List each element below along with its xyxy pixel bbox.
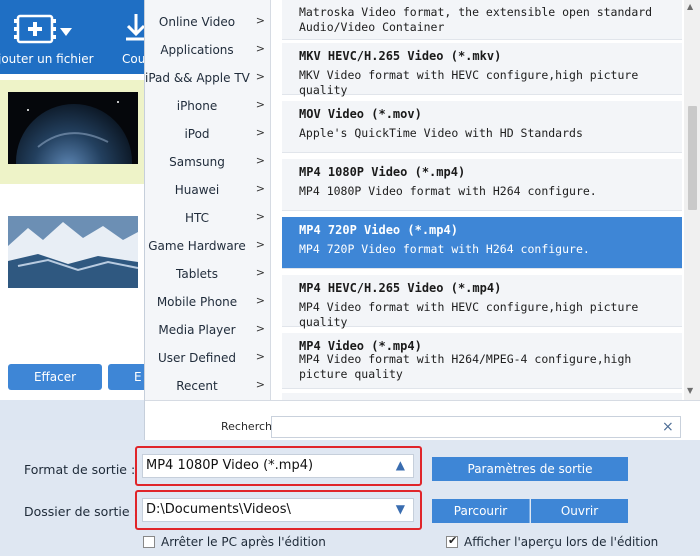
category-item-iphone[interactable]: iPhone > — [145, 92, 271, 120]
edit-button[interactable]: E — [108, 364, 148, 390]
output-settings-button[interactable]: Paramètres de sortie — [432, 457, 628, 481]
chevron-right-icon: > — [255, 210, 265, 223]
format-item[interactable]: Matroska Video format, the extensible op… — [282, 0, 682, 40]
chevron-right-icon: > — [255, 182, 265, 195]
shutdown-option[interactable]: Arrêter le PC après l'édition — [143, 534, 343, 552]
chevron-right-icon: > — [255, 294, 265, 307]
scrollbar-thumb[interactable] — [688, 106, 697, 210]
shutdown-label: Arrêter le PC après l'édition — [161, 535, 326, 549]
chevron-right-icon: > — [255, 98, 265, 111]
open-folder-button[interactable]: Ouvrir — [531, 499, 628, 523]
chevron-right-icon: > — [255, 70, 265, 83]
format-description: MP4 1080P Video format with H264 configu… — [299, 184, 597, 198]
format-title: MP4 Video (*.mp4) — [299, 339, 422, 353]
main-toolbar: jouter un fichier Cou — [0, 0, 146, 74]
video-thumbnail — [8, 92, 138, 164]
browse-button[interactable]: Parcourir — [432, 499, 530, 523]
format-item[interactable]: MP4 Video (*.mp4) MP4 Video format with … — [282, 333, 682, 389]
output-format-select[interactable]: MP4 1080P Video (*.mp4) ▲ — [142, 454, 414, 478]
triangle-down-icon: ▼ — [395, 502, 405, 516]
search-input[interactable] — [271, 416, 681, 438]
clear-button[interactable]: Effacer — [8, 364, 102, 390]
category-list: Online Video > Applications > iPad && Appl… — [145, 0, 271, 400]
format-title: MP4 HEVC/H.265 Video (*.mp4) — [299, 281, 502, 295]
add-file-button[interactable]: jouter un fichier — [0, 8, 110, 70]
format-title: MOV Video (*.mov) — [299, 107, 422, 121]
format-item[interactable]: MP4 HEVC/H.265 Video (*.mp4) MP4 Video f… — [282, 275, 682, 329]
search-row: Recherche × — [145, 400, 700, 440]
video-thumbnail — [8, 216, 138, 288]
left-panel: jouter un fichier Cou Effacer E — [0, 0, 148, 400]
chevron-right-icon: > — [255, 378, 265, 391]
format-description: MP4 Video format with HEVC configure,hig… — [299, 300, 639, 329]
chevron-down-icon[interactable] — [60, 28, 72, 36]
format-title: MP4 720P Video (*.mp4) — [299, 223, 458, 237]
preview-label: Afficher l'aperçu lors de l'édition — [464, 535, 659, 549]
left-action-buttons: Effacer E — [0, 362, 148, 392]
output-folder-value: D:\Documents\Videos\ — [146, 502, 291, 517]
format-description: MP4 720P Video format with H264 configur… — [299, 242, 590, 256]
scroll-up-icon[interactable]: ▲ — [687, 2, 693, 11]
video-item[interactable] — [0, 200, 146, 304]
output-settings: Format de sortie : MP4 1080P Video (*.mp… — [0, 440, 700, 556]
output-folder-select[interactable]: D:\Documents\Videos\ ▼ — [142, 498, 414, 522]
app-window: jouter un fichier Cou Effacer E Online V… — [0, 0, 700, 556]
category-item-mobile-phone[interactable]: Mobile Phone > — [145, 288, 271, 316]
format-description: Apple's QuickTime Video with HD Standard… — [299, 126, 583, 140]
format-description: MP4 Video format with H264/MPEG-4 config… — [299, 352, 632, 381]
chevron-right-icon: > — [255, 14, 265, 27]
chevron-right-icon: > — [255, 238, 265, 251]
close-icon[interactable]: × — [662, 419, 674, 435]
category-item-htc[interactable]: HTC > — [145, 204, 271, 232]
shutdown-checkbox[interactable] — [143, 536, 155, 548]
format-item[interactable] — [282, 393, 682, 400]
chevron-right-icon: > — [255, 126, 265, 139]
output-format-label: Format de sortie : — [24, 462, 136, 477]
format-item[interactable]: MP4 1080P Video (*.mp4) MP4 1080P Video … — [282, 159, 682, 211]
format-list: Matroska Video format, the extensible op… — [282, 0, 686, 400]
category-item-game-hardware[interactable]: Game Hardware > — [145, 232, 271, 260]
convert-label: Cou — [122, 52, 146, 66]
format-title: MKV HEVC/H.265 Video (*.mkv) — [299, 49, 502, 63]
category-item-ipod[interactable]: iPod > — [145, 120, 271, 148]
format-item[interactable]: MKV HEVC/H.265 Video (*.mkv) MKV Video f… — [282, 43, 682, 97]
preview-checkbox[interactable] — [446, 534, 458, 548]
chevron-right-icon: > — [255, 154, 265, 167]
scroll-down-icon[interactable]: ▼ — [687, 386, 693, 395]
format-description: Matroska Video format, the extensible op… — [299, 5, 653, 34]
category-item-media-player[interactable]: Media Player > — [145, 316, 271, 344]
format-description: MKV Video format with HEVC configure,hig… — [299, 68, 639, 97]
category-item-user-defined[interactable]: User Defined > — [145, 344, 271, 372]
chevron-right-icon: > — [255, 266, 265, 279]
video-item[interactable] — [0, 80, 146, 184]
format-item[interactable]: MOV Video (*.mov) Apple's QuickTime Vide… — [282, 101, 682, 153]
category-item-ipad-apple-tv[interactable]: iPad && Apple TV > — [145, 64, 271, 92]
format-list-scrollbar[interactable]: ▲ ▼ — [684, 0, 700, 400]
category-item-tablets[interactable]: Tablets > — [145, 260, 271, 288]
triangle-up-icon: ▲ — [395, 458, 405, 472]
category-item-huawei[interactable]: Huawei > — [145, 176, 271, 204]
output-folder-label: Dossier de sortie : — [24, 504, 138, 519]
preview-option[interactable]: Afficher l'aperçu lors de l'édition — [446, 534, 676, 552]
category-item-recent[interactable]: Recent > — [145, 372, 271, 400]
category-item-applications[interactable]: Applications > — [145, 36, 271, 64]
chevron-right-icon: > — [255, 322, 265, 335]
category-item-online-video[interactable]: Online Video > — [145, 8, 271, 36]
format-item-selected[interactable]: MP4 720P Video (*.mp4) MP4 720P Video fo… — [282, 217, 682, 269]
format-popup: Online Video > Applications > iPad && Appl… — [144, 0, 700, 440]
output-format-value: MP4 1080P Video (*.mp4) — [146, 458, 314, 473]
film-add-icon — [14, 14, 56, 44]
format-title: MP4 1080P Video (*.mp4) — [299, 165, 466, 179]
category-item-samsung[interactable]: Samsung > — [145, 148, 271, 176]
chevron-right-icon: > — [255, 42, 265, 55]
add-file-label: jouter un fichier — [0, 52, 94, 66]
chevron-right-icon: > — [255, 350, 265, 363]
